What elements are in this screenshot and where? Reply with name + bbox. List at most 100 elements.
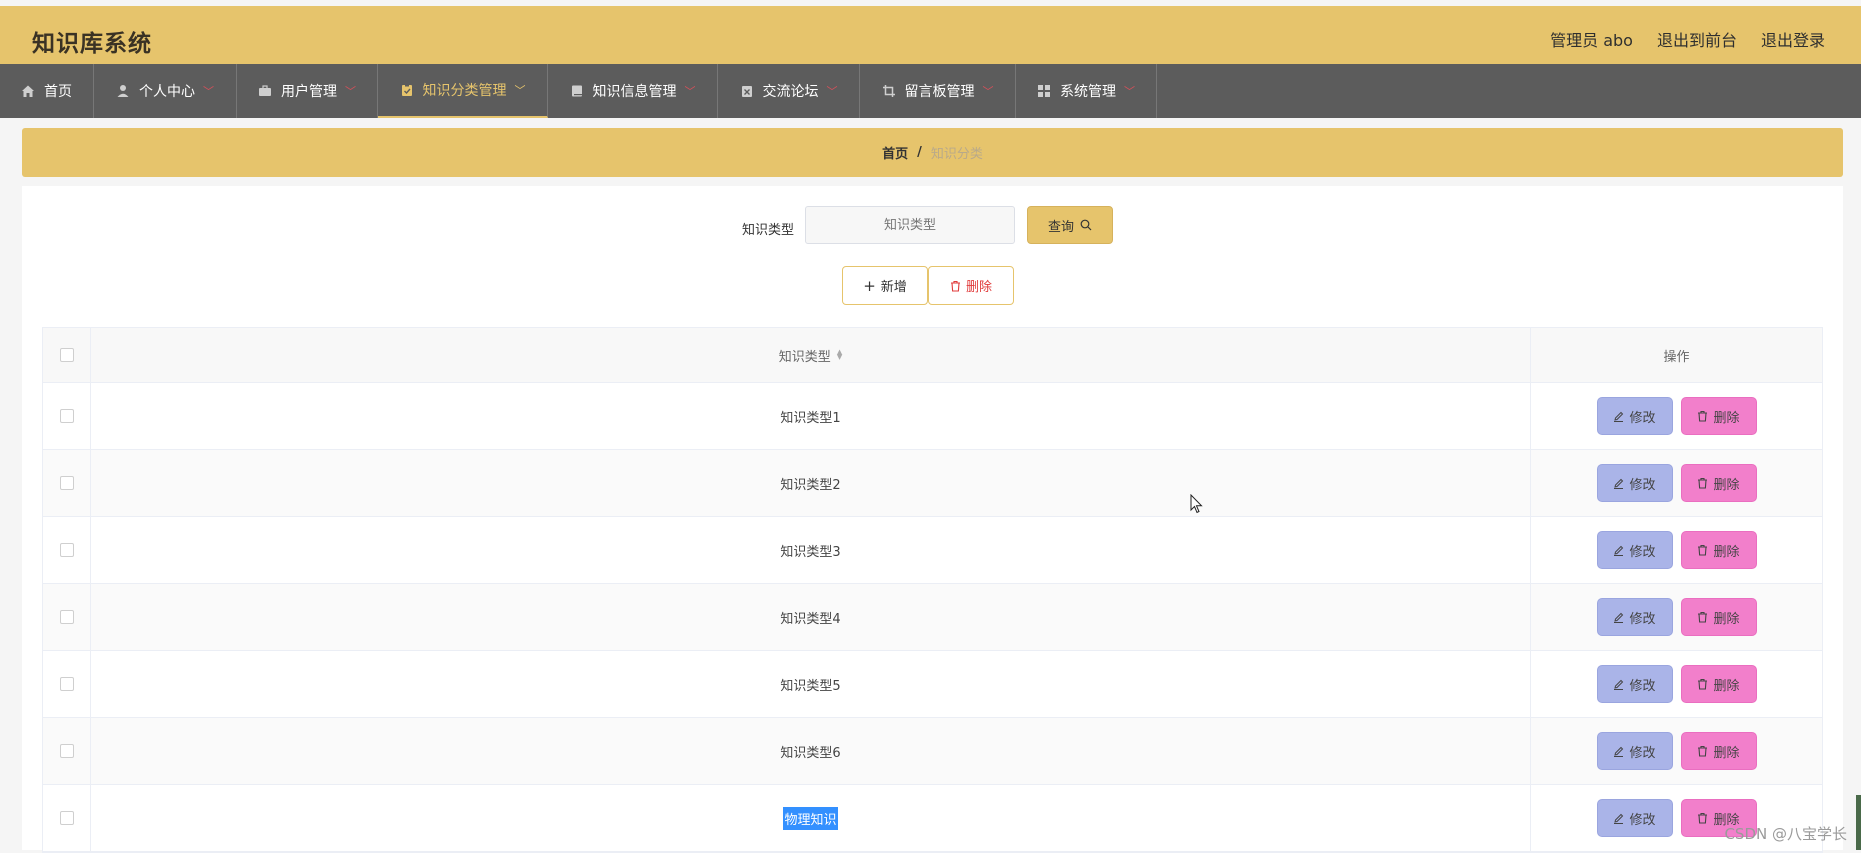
- edit-button[interactable]: 修改: [1596, 464, 1673, 502]
- type-value: 知识类型3: [780, 544, 841, 560]
- plus-icon: +: [863, 276, 876, 295]
- row-checkbox[interactable]: [59, 543, 74, 557]
- nav-label: 交流论坛: [762, 84, 819, 100]
- edit-icon: [1614, 545, 1624, 556]
- trash-icon: [1698, 477, 1708, 489]
- edit-button[interactable]: 修改: [1596, 799, 1673, 837]
- content-panel: 知识类型 查询 + 新增 删除 知识类型 ▲▼ 操作 知识类型1修改删除知识类型: [22, 186, 1843, 853]
- search-input[interactable]: [805, 206, 1015, 244]
- edit-button[interactable]: 修改: [1596, 397, 1673, 435]
- row-delete-button[interactable]: 删除: [1680, 397, 1757, 435]
- sort-icon[interactable]: ▲ ▼: [837, 349, 842, 361]
- edit-label: 修改: [1629, 678, 1656, 694]
- book-icon: [571, 85, 582, 97]
- add-button[interactable]: + 新增: [842, 266, 928, 305]
- row-delete-label: 删除: [1713, 745, 1740, 761]
- logout-link[interactable]: 退出登录: [1761, 27, 1825, 51]
- header-ops-label: 操作: [1663, 349, 1690, 365]
- nav-label: 系统管理: [1060, 84, 1116, 100]
- admin-label: 管理员 abo: [1550, 31, 1633, 50]
- type-cell: 知识类型6: [91, 718, 1531, 784]
- trash-icon: [1698, 410, 1708, 422]
- top-header: 知识库系统 管理员 abo 退出到前台 退出登录: [0, 6, 1861, 64]
- trash-icon: [1698, 611, 1708, 623]
- table-row: 知识类型4 修改 删除: [43, 584, 1822, 651]
- type-value: 知识类型6: [780, 745, 841, 761]
- row-checkbox-cell: [43, 651, 91, 717]
- edit-label: 修改: [1629, 611, 1656, 627]
- type-value: 物理知识: [783, 806, 838, 830]
- search-button[interactable]: 查询: [1027, 206, 1113, 244]
- briefcase-icon: [259, 85, 271, 96]
- row-checkbox-cell: [43, 718, 91, 784]
- breadcrumb-home[interactable]: 首页: [882, 143, 908, 162]
- nav-item-info-management[interactable]: 知识信息管理 ﹀: [548, 64, 718, 118]
- batch-delete-button[interactable]: 删除: [928, 266, 1014, 305]
- row-checkbox-cell: [43, 785, 91, 851]
- edit-icon: [1614, 679, 1624, 690]
- search-bar: 知识类型 查询: [22, 206, 1843, 248]
- search-label: 知识类型: [742, 223, 795, 238]
- row-checkbox[interactable]: [59, 677, 74, 691]
- nav-label: 知识信息管理: [592, 84, 677, 100]
- ops-cell: 修改 删除: [1531, 450, 1822, 516]
- table-row: 物理知识 修改 删除: [43, 785, 1822, 852]
- edit-icon: [1614, 813, 1624, 824]
- nav-item-system-management[interactable]: 系统管理 ﹀: [1016, 64, 1157, 118]
- nav-label: 知识分类管理: [422, 83, 507, 99]
- nav-item-home[interactable]: 首页: [0, 64, 94, 118]
- type-cell: 知识类型2: [91, 450, 1531, 516]
- nav-item-forum[interactable]: 交流论坛 ﹀: [718, 64, 860, 118]
- app-title: 知识库系统: [32, 31, 152, 57]
- row-checkbox[interactable]: [59, 811, 74, 825]
- action-bar: + 新增 删除: [22, 266, 1843, 306]
- row-delete-label: 删除: [1713, 611, 1740, 627]
- row-delete-button[interactable]: 删除: [1680, 598, 1757, 636]
- table-header: 知识类型 ▲ ▼ 操作: [43, 328, 1822, 383]
- nav-item-message-board[interactable]: 留言板管理 ﹀: [860, 64, 1016, 118]
- search-icon: [1080, 219, 1092, 231]
- nav-item-user-management[interactable]: 用户管理 ﹀: [237, 64, 378, 118]
- trash-icon: [1698, 544, 1708, 556]
- table-row: 知识类型1 修改 删除: [43, 383, 1822, 450]
- type-cell: 知识类型1: [91, 383, 1531, 449]
- row-checkbox-cell: [43, 517, 91, 583]
- main-nav: 首页 个人中心 ﹀ 用户管理 ﹀ 知识分类管理 ﹀ 知识信息管理 ﹀ 交流论坛 …: [0, 64, 1861, 118]
- edit-label: 修改: [1629, 477, 1656, 493]
- edit-button[interactable]: 修改: [1596, 598, 1673, 636]
- nav-item-personal-center[interactable]: 个人中心 ﹀: [94, 64, 237, 118]
- row-delete-button[interactable]: 删除: [1680, 531, 1757, 569]
- nav-label: 用户管理: [281, 84, 337, 100]
- edit-button[interactable]: 修改: [1596, 665, 1673, 703]
- row-checkbox[interactable]: [59, 610, 74, 624]
- chevron-down-icon: ﹀: [514, 84, 526, 97]
- row-checkbox[interactable]: [59, 409, 74, 423]
- row-delete-button[interactable]: 删除: [1680, 464, 1757, 502]
- nav-label: 首页: [44, 84, 72, 100]
- ops-cell: 修改 删除: [1531, 517, 1822, 583]
- edit-button[interactable]: 修改: [1596, 531, 1673, 569]
- type-cell: 知识类型3: [91, 517, 1531, 583]
- chevron-down-icon: ﹀: [1124, 85, 1135, 98]
- select-all-checkbox[interactable]: [59, 348, 74, 362]
- ops-cell: 修改 删除: [1531, 584, 1822, 650]
- row-delete-button[interactable]: 删除: [1680, 665, 1757, 703]
- edit-icon: [1614, 612, 1624, 623]
- batch-delete-label: 删除: [965, 280, 992, 295]
- header-links: 管理员 abo 退出到前台 退出登录: [1550, 27, 1825, 51]
- forum-icon: [741, 86, 752, 97]
- nav-item-category-management[interactable]: 知识分类管理 ﹀: [378, 64, 548, 118]
- type-value: 知识类型4: [780, 611, 841, 627]
- chevron-down-icon: ﹀: [345, 85, 356, 98]
- row-checkbox[interactable]: [59, 476, 74, 490]
- header-ops-cell: 操作: [1531, 328, 1822, 382]
- type-value: 知识类型1: [780, 410, 841, 426]
- edit-button[interactable]: 修改: [1596, 732, 1673, 770]
- breadcrumb: 首页 / 知识分类: [22, 128, 1843, 177]
- row-delete-button[interactable]: 删除: [1680, 732, 1757, 770]
- header-type-cell[interactable]: 知识类型 ▲ ▼: [91, 328, 1531, 382]
- row-checkbox[interactable]: [59, 744, 74, 758]
- type-value: 知识类型2: [780, 477, 841, 493]
- exit-to-front-link[interactable]: 退出到前台: [1657, 27, 1737, 51]
- mouse-cursor-icon: [1190, 494, 1203, 514]
